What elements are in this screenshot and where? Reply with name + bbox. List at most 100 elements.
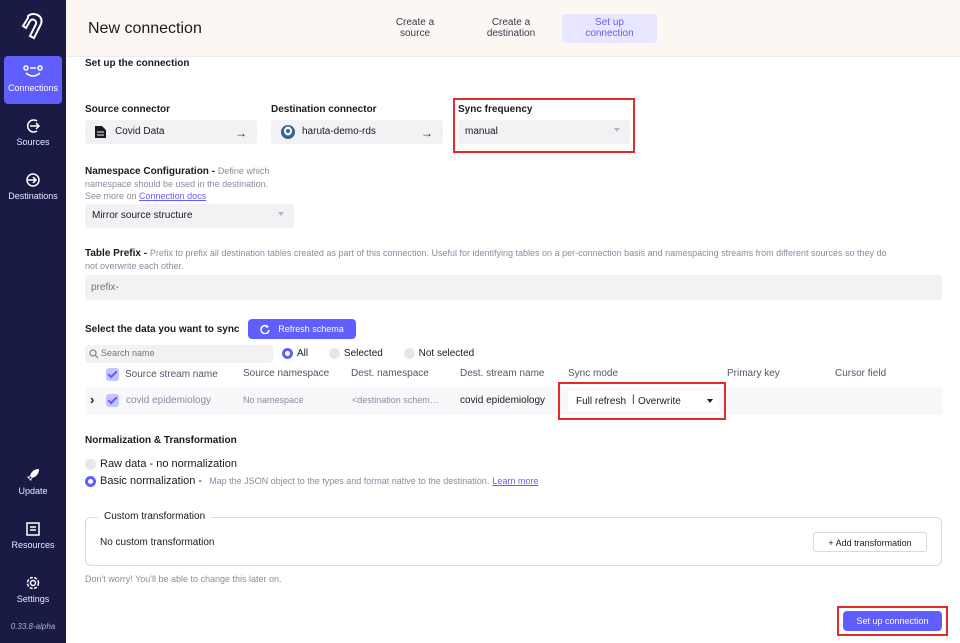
select-all-checkbox[interactable] — [106, 368, 119, 381]
postgres-icon — [281, 125, 295, 139]
highlight-box — [453, 98, 635, 153]
sidebar-item-update[interactable]: Update — [4, 467, 62, 496]
column-header-cursor-field: Cursor field — [835, 368, 887, 379]
sidebar-item-settings[interactable]: Settings — [4, 575, 62, 604]
destination-connector-value: haruta-demo-rds — [302, 126, 376, 137]
sidebar-item-label: Connections — [7, 83, 59, 93]
step-line: Create a — [395, 17, 435, 28]
step-line: connection — [585, 28, 634, 39]
radio-icon — [328, 348, 340, 359]
radio-icon — [282, 348, 293, 359]
expand-chevron-icon[interactable]: › — [90, 392, 94, 407]
column-header-source-stream: Source stream name — [106, 368, 218, 381]
sidebar-item-label: Update — [18, 486, 48, 496]
stream-checkbox[interactable] — [106, 394, 125, 407]
namespace-seemore: See more on Connection docs — [85, 190, 206, 202]
add-transformation-button[interactable]: + Add transformation — [813, 532, 927, 552]
table-prefix-label: Table Prefix - Prefix to prefix all dest… — [85, 248, 960, 259]
step-create-destination[interactable]: Create a destination — [466, 14, 556, 43]
page-title: New connection — [88, 20, 202, 37]
table-prefix-input[interactable] — [85, 275, 942, 300]
sidebar-item-sources[interactable]: Sources — [4, 118, 62, 147]
destination-connector-field[interactable]: haruta-demo-rds → — [271, 120, 443, 144]
basic-normalization-hint: Map the JSON object to the types and for… — [209, 476, 490, 486]
filter-selected[interactable]: Selected — [328, 348, 383, 360]
footer-note: Don't worry! You'll be able to change th… — [85, 574, 282, 584]
filter-not-selected[interactable]: Not selected — [403, 348, 475, 360]
document-icon — [95, 126, 106, 138]
column-header-dest-namespace: Dest. namespace — [351, 368, 429, 379]
namespace-hint-line: namespace should be used in the destinat… — [85, 179, 269, 189]
highlight-box — [558, 382, 726, 420]
stream-search-field[interactable] — [85, 345, 273, 363]
namespace-config-hint: Define which — [217, 166, 270, 176]
namespace-config-label: Namespace Configuration - Define which — [85, 166, 269, 177]
column-header-primary-key: Primary key — [727, 368, 780, 379]
sidebar: Connections Sources Destinations Update … — [0, 0, 66, 643]
column-header-sync-mode: Sync mode — [568, 368, 619, 379]
column-header-source-namespace: Source namespace — [243, 368, 330, 379]
checkbox-icon — [106, 394, 119, 407]
sidebar-item-label: Sources — [16, 137, 50, 147]
filter-label: Selected — [343, 348, 383, 360]
search-icon — [89, 349, 99, 359]
sidebar-item-label: Resources — [11, 540, 55, 550]
namespace-select[interactable]: Mirror source structure — [85, 204, 294, 228]
column-label: Source stream name — [125, 369, 218, 381]
destination-connector-label: Destination connector — [271, 104, 377, 115]
refresh-icon — [260, 324, 270, 334]
step-create-source[interactable]: Create a source — [378, 14, 452, 43]
connections-icon — [23, 65, 43, 77]
source-connector-value: Covid Data — [115, 126, 165, 137]
raw-data-label: Raw data - no normalization — [100, 458, 237, 470]
destinations-icon — [26, 173, 40, 187]
highlight-box — [837, 606, 948, 636]
basic-normalization-option[interactable]: Basic normalization - Map the JSON objec… — [85, 475, 538, 487]
table-prefix-title: Table Prefix - — [85, 248, 148, 259]
seemore-text: See more on — [85, 191, 137, 201]
no-custom-transformation: No custom transformation — [100, 537, 215, 548]
source-namespace: No namespace — [243, 395, 304, 405]
step-line: source — [399, 28, 430, 39]
arrow-right-icon[interactable]: → — [235, 126, 247, 140]
raw-data-option[interactable]: Raw data - no normalization — [85, 458, 237, 470]
namespace-config-title: Namespace Configuration - — [85, 166, 216, 177]
refresh-schema-label: Refresh schema — [278, 324, 344, 334]
custom-transformation-legend: Custom transformation — [98, 511, 212, 522]
stream-filter-group: All Selected Not selected — [282, 348, 474, 359]
table-row[interactable]: › covid epidemiology No namespace <desti… — [86, 387, 943, 415]
section-title-setup: Set up the connection — [85, 58, 190, 69]
refresh-schema-button[interactable]: Refresh schema — [248, 319, 356, 339]
source-connector-field[interactable]: Covid Data → — [85, 120, 257, 144]
column-header-dest-stream: Dest. stream name — [460, 368, 545, 379]
radio-icon — [85, 475, 96, 487]
step-line: Set up — [595, 17, 624, 28]
dest-namespace: <destination schem… — [352, 395, 439, 405]
sources-icon — [27, 119, 41, 133]
select-data-title: Select the data you want to sync — [85, 324, 240, 335]
step-line: destination — [486, 28, 536, 39]
learn-more-link[interactable]: Learn more — [492, 476, 538, 486]
radio-icon — [403, 348, 415, 359]
sidebar-item-resources[interactable]: Resources — [4, 521, 62, 550]
gear-icon — [26, 576, 40, 590]
filter-all[interactable]: All — [282, 348, 308, 359]
connection-docs-link[interactable]: Connection docs — [139, 191, 206, 201]
arrow-right-icon[interactable]: → — [421, 126, 433, 140]
step-line: Create a — [491, 17, 531, 28]
sidebar-item-destinations[interactable]: Destinations — [4, 172, 62, 201]
namespace-value: Mirror source structure — [92, 210, 193, 221]
chevron-down-icon — [278, 212, 284, 216]
sidebar-item-connections[interactable]: Connections — [4, 56, 62, 104]
step-setup-connection[interactable]: Set up connection — [562, 14, 657, 43]
filter-label: All — [297, 348, 309, 360]
dest-stream-name: covid epidemiology — [460, 395, 546, 406]
table-prefix-hint: Prefix to prefix all destination tables … — [149, 248, 887, 258]
filter-label: Not selected — [418, 348, 475, 360]
stream-search-input[interactable] — [101, 348, 261, 358]
page-header: New connection Create a source Create a … — [66, 0, 960, 57]
app-version: 0.33.8-alpha — [10, 622, 56, 631]
source-stream-name: covid epidemiology — [126, 395, 212, 406]
airbyte-logo-icon[interactable] — [20, 12, 46, 40]
normalization-title: Normalization & Transformation — [85, 435, 237, 446]
